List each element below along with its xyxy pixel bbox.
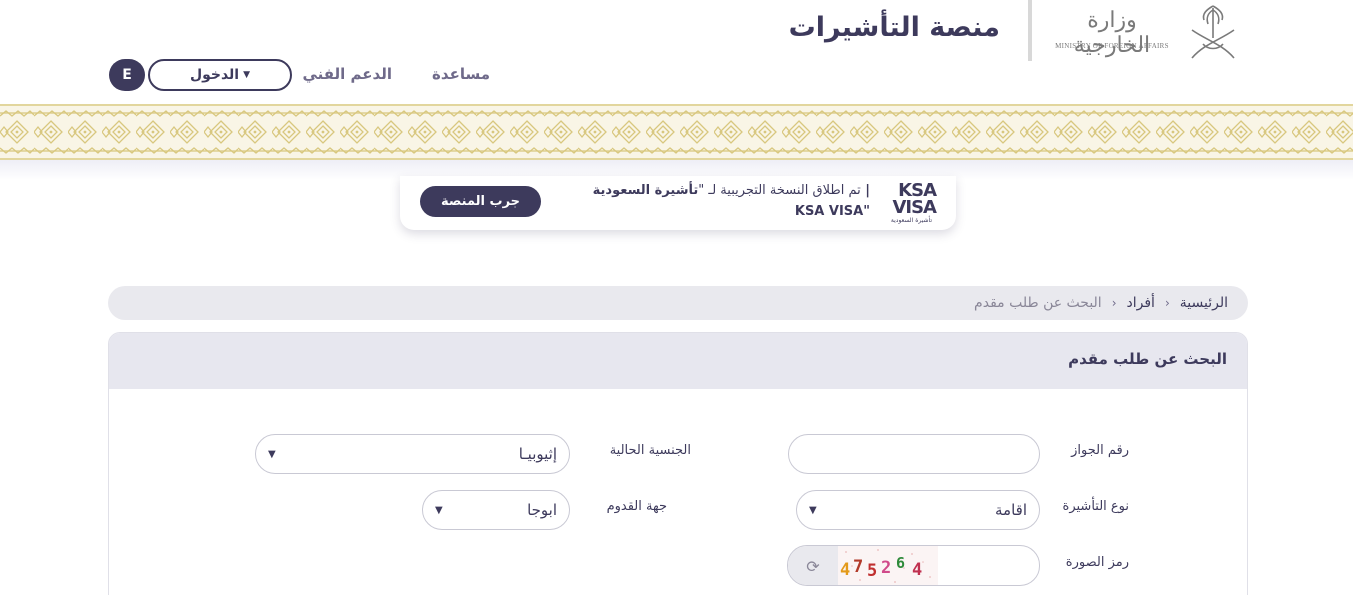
refresh-icon[interactable]: ⟳: [788, 546, 838, 585]
arrival-value: ابوجا: [527, 501, 557, 519]
banner-text-suffix: KSA VISA": [794, 204, 870, 219]
visa-type-value: اقامة: [995, 501, 1027, 519]
breadcrumb-home[interactable]: الرئيسية: [1180, 295, 1228, 311]
saudi-emblem-icon: [1191, 5, 1235, 59]
try-platform-button[interactable]: جرب المنصة: [420, 186, 541, 217]
captcha-image: 4 7 5 2 6 4: [838, 546, 938, 585]
breadcrumb-separator: ›: [1164, 296, 1170, 310]
nationality-label: الجنسية الحالية: [609, 443, 691, 458]
banner-text-prefix: تم اطلاق النسخة التجريبية لـ ": [698, 183, 861, 198]
nav-support-link[interactable]: الدعم الفني: [300, 65, 392, 83]
platform-title: منصة التأشيرات: [788, 12, 1000, 43]
captcha-digit: 6: [896, 554, 905, 572]
ksa-logo-line2: VISA: [892, 197, 937, 218]
captcha-graphic: 4 7 5 2 6 4: [838, 546, 938, 585]
card-title: البحث عن طلب مقدم: [1068, 350, 1227, 368]
chevron-down-icon: ▼: [435, 504, 443, 516]
passport-label: رقم الجواز: [1071, 443, 1129, 458]
breadcrumb-individuals[interactable]: أفراد: [1127, 295, 1155, 311]
breadcrumb-separator: ›: [1111, 296, 1117, 310]
login-label: الدخول: [189, 67, 240, 83]
logo-english-text: MINISTRY OF FOREIGN AFFAIRS: [1055, 42, 1169, 50]
announcement-banner: KSA VISA تأشيرة السعودية تم اطلاق النسخة…: [400, 176, 956, 230]
passport-number-input[interactable]: [788, 434, 1040, 474]
ksa-logo-line3: تأشيرة السعودية: [890, 217, 932, 224]
nationality-value: إثيوبيـا: [518, 445, 557, 463]
header-divider: [1028, 0, 1032, 61]
arrival-label: جهة القدوم: [606, 499, 667, 514]
captcha-label: رمز الصورة: [1065, 555, 1129, 570]
chevron-down-icon: ▼: [809, 504, 817, 516]
captcha-field[interactable]: ⟳ 4 7 5 2 6 4: [787, 545, 1040, 586]
card-header: البحث عن طلب مقدم: [109, 333, 1247, 389]
visa-type-label: نوع التأشيرة: [1062, 499, 1129, 514]
logo-arabic-text: وزارة الخارجية: [1073, 8, 1151, 58]
arrival-select[interactable]: ابوجا ▼: [422, 490, 570, 530]
ministry-logo[interactable]: وزارة الخارجية MINISTRY OF FOREIGN AFFAI…: [1052, 0, 1248, 66]
nav-help-link[interactable]: مساعدة: [420, 65, 490, 83]
page: وزارة الخارجية MINISTRY OF FOREIGN AFFAI…: [0, 0, 1353, 595]
captcha-digit: 2: [881, 558, 891, 578]
decorative-pattern-band: [0, 104, 1353, 160]
captcha-digit: 4: [912, 560, 922, 580]
header: وزارة الخارجية MINISTRY OF FOREIGN AFFAI…: [0, 0, 1353, 104]
nationality-select[interactable]: إثيوبيـا ▼: [255, 434, 570, 474]
captcha-digit: 4: [840, 560, 850, 580]
breadcrumb: الرئيسية › أفراد › البحث عن طلب مقدم: [108, 286, 1248, 320]
caret-down-icon: ▼: [243, 70, 251, 80]
banner-text: تم اطلاق النسخة التجريبية لـ "تأشيرة الس…: [550, 180, 870, 222]
pattern-graphic: [0, 106, 1353, 158]
captcha-digit: 7: [853, 557, 863, 577]
breadcrumb-current: البحث عن طلب مقدم: [974, 295, 1102, 311]
language-toggle-button[interactable]: E: [109, 59, 145, 91]
search-application-card: البحث عن طلب مقدم رقم الجواز الجنسية الح…: [108, 332, 1248, 595]
captcha-digit: 5: [867, 561, 877, 581]
ksa-visa-logo: KSA VISA تأشيرة السعودية: [886, 180, 937, 226]
login-button[interactable]: الدخول ▼: [148, 59, 292, 91]
visa-type-select[interactable]: اقامة ▼: [796, 490, 1040, 530]
chevron-down-icon: ▼: [268, 448, 276, 460]
